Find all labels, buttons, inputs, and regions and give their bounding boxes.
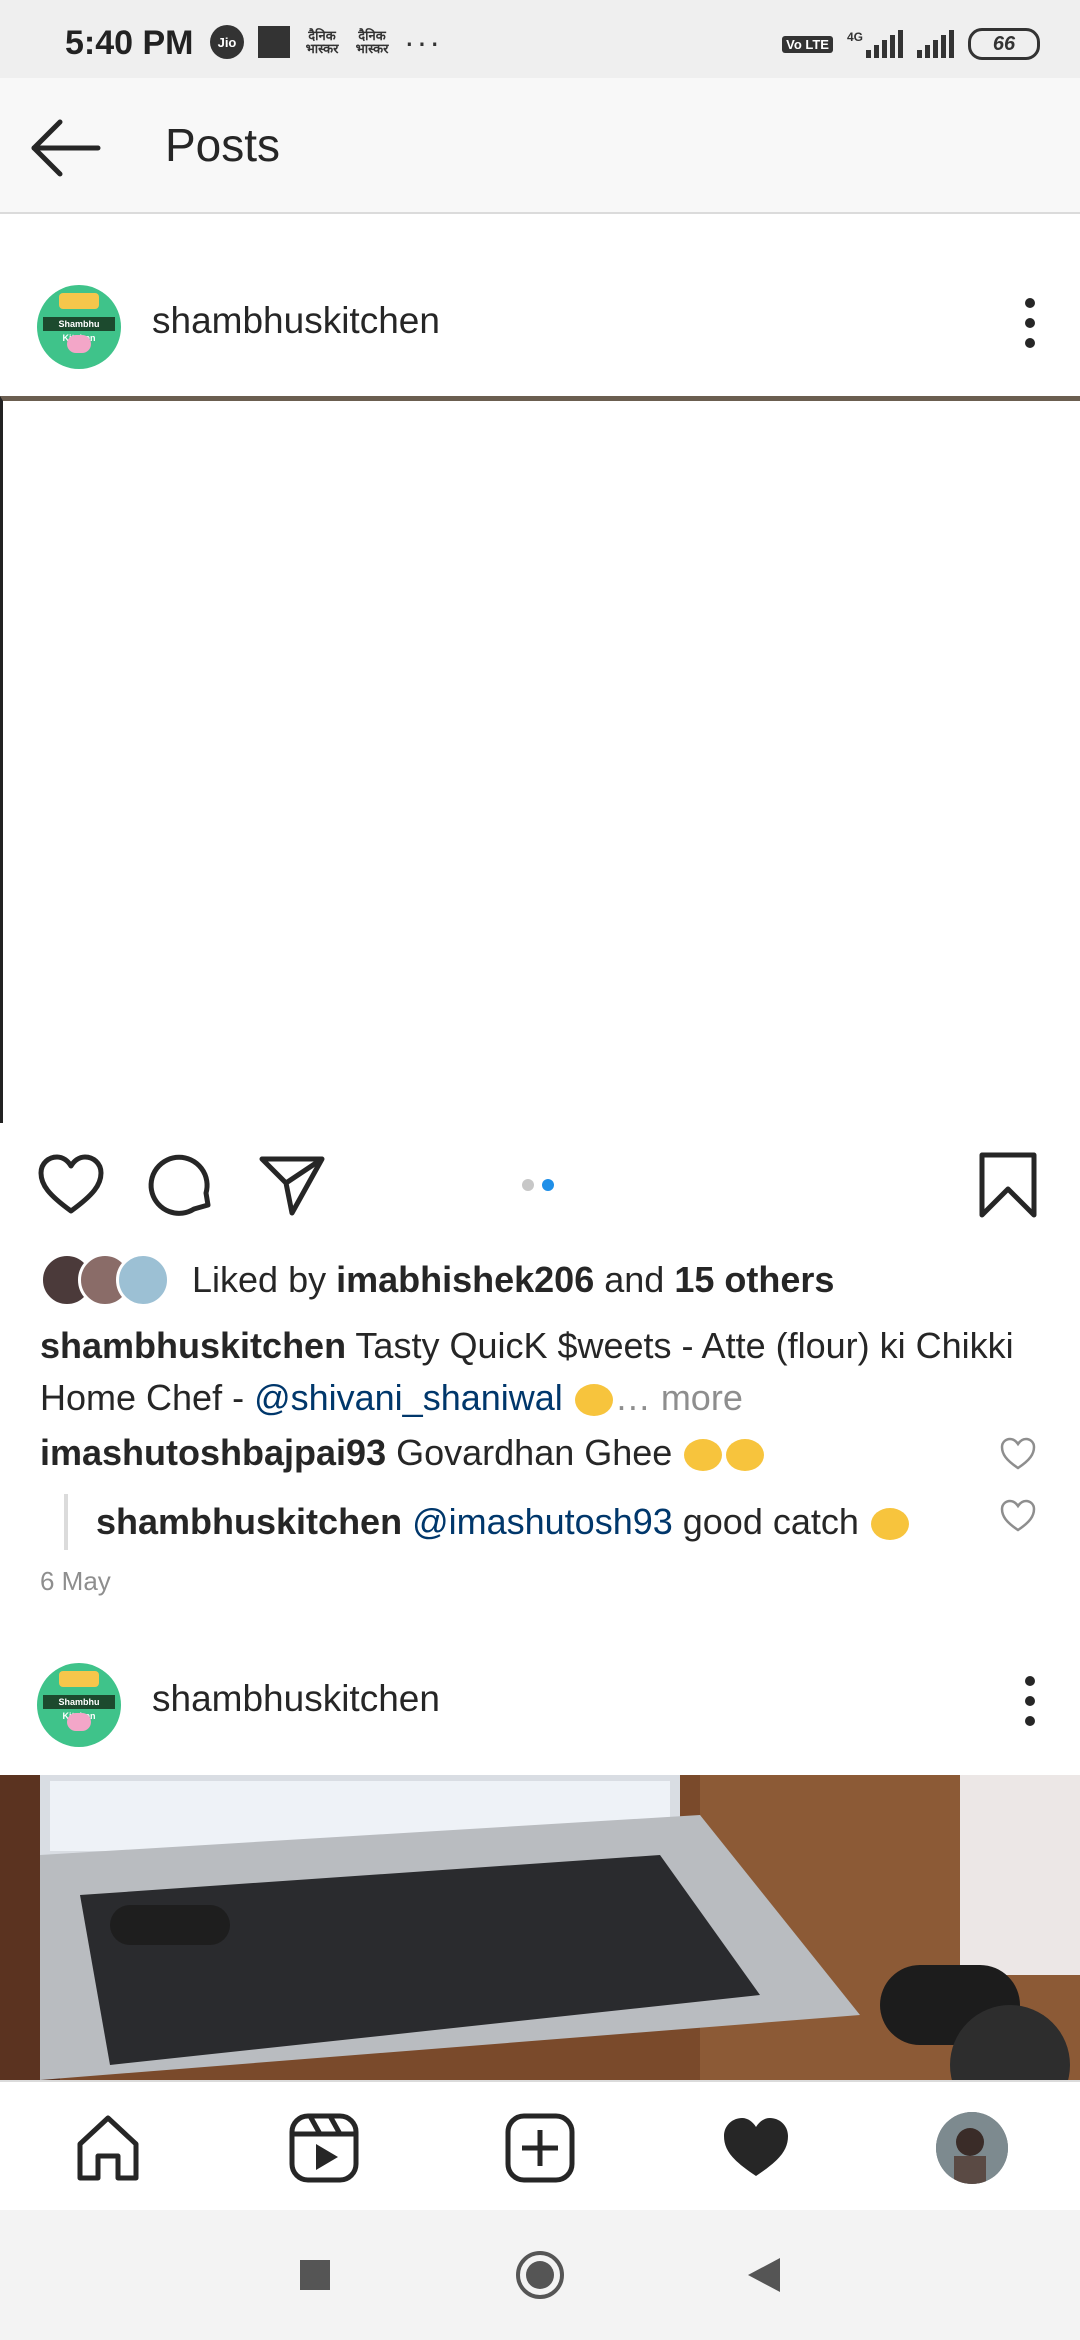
status-bar: 5:40 PM Jio दैनिक भास्कर दैनिक भास्कर ··… <box>0 0 1080 78</box>
top-app-bar: Posts <box>0 78 1080 214</box>
likes-text: Liked by imabhishek206 and 15 others <box>192 1259 835 1300</box>
arrow-left-icon <box>31 119 101 177</box>
post-date: 6 May <box>40 1566 111 1596</box>
comment-username[interactable]: imashutoshbajpai93 <box>40 1432 386 1473</box>
volte-icon: Vo LTE <box>782 35 833 53</box>
nav-reels[interactable] <box>286 2110 362 2186</box>
circle-icon <box>516 2251 564 2299</box>
more-vertical-icon <box>1025 1676 1035 1726</box>
share-button[interactable] <box>256 1149 328 1221</box>
dainik-bhaskar-icon: दैनिक भास्कर <box>305 28 339 56</box>
comment-item: imashutoshbajpai93 Govardhan Ghee <box>40 1432 766 1474</box>
nav-home[interactable] <box>70 2110 146 2186</box>
more-vertical-icon <box>1025 298 1035 348</box>
profile-avatar-icon <box>936 2112 1008 2184</box>
comment-reply: shambhuskitchen @imashutosh93 good catch <box>64 1494 911 1550</box>
post-options-button[interactable] <box>1010 1666 1050 1736</box>
liker-username[interactable]: imabhishek206 <box>336 1259 594 1300</box>
heart-filled-icon <box>724 2118 788 2176</box>
author-avatar[interactable]: Shambhu Kitchen <box>37 285 121 369</box>
reply-mention[interactable]: @imashutosh93 <box>402 1501 673 1542</box>
comment-like-button[interactable] <box>998 1434 1038 1474</box>
heart-outline-icon <box>1000 1437 1036 1470</box>
comment-button[interactable] <box>146 1149 218 1221</box>
post-header: Shambhu Kitchen shambhuskitchen <box>0 1636 1080 1766</box>
laughing-emoji-icon <box>870 1508 909 1541</box>
author-avatar[interactable]: Shambhu Kitchen <box>37 1663 121 1747</box>
signal-4g-icon: 4G <box>847 30 903 58</box>
caption-username[interactable]: shambhuskitchen <box>40 1325 346 1366</box>
author-username[interactable]: shambhuskitchen <box>152 300 440 342</box>
comment-text: Govardhan Ghee <box>386 1432 683 1473</box>
nav-new-post[interactable] <box>502 2110 578 2186</box>
bookmark-icon <box>979 1152 1037 1218</box>
page-title: Posts <box>165 119 281 171</box>
laptop-photo <box>0 1775 1080 2080</box>
app-notification-icon <box>258 26 290 58</box>
heart-outline-icon <box>1000 1499 1036 1532</box>
signal-icon <box>917 30 954 58</box>
status-notification-icons: Jio दैनिक भास्कर दैनिक भास्कर ··· <box>210 23 442 60</box>
system-navigation-bar <box>0 2210 1080 2340</box>
back-system-button[interactable] <box>740 2250 790 2300</box>
recents-button[interactable] <box>290 2250 340 2300</box>
post-options-button[interactable] <box>1010 288 1050 358</box>
send-icon <box>259 1156 325 1216</box>
square-icon <box>300 2260 330 2290</box>
save-button[interactable] <box>972 1149 1044 1221</box>
home-icon <box>77 2115 139 2181</box>
home-system-button[interactable] <box>515 2250 565 2300</box>
carousel-indicator <box>522 1179 554 1191</box>
reply-username[interactable]: shambhuskitchen <box>96 1501 402 1542</box>
caption-mention[interactable]: @shivani_shaniwal <box>254 1377 563 1418</box>
post-header: Shambhu Kitchen shambhuskitchen <box>0 258 1080 388</box>
new-post-icon <box>505 2113 575 2183</box>
ok-hand-emoji-icon <box>684 1439 723 1472</box>
back-button[interactable] <box>26 108 106 188</box>
triangle-back-icon <box>748 2258 780 2292</box>
reply-text: good catch <box>672 1501 869 1542</box>
reels-icon <box>289 2113 359 2183</box>
likes-row[interactable]: Liked by imabhishek206 and 15 others <box>40 1252 834 1308</box>
post-media[interactable] <box>0 1775 1080 2080</box>
comment-icon <box>148 1154 211 1216</box>
ok-hand-emoji-icon <box>726 1439 765 1472</box>
caption-more-link[interactable]: … more <box>615 1377 743 1418</box>
reply-like-button[interactable] <box>998 1496 1038 1536</box>
likes-count[interactable]: 15 others <box>674 1259 834 1300</box>
post-caption: shambhuskitchen Tasty QuicK $weets - Att… <box>40 1320 1050 1424</box>
like-button[interactable] <box>35 1149 107 1221</box>
dainik-bhaskar-icon-2: दैनिक भास्कर <box>355 28 389 56</box>
carousel-dot <box>522 1179 534 1191</box>
nav-profile-avatar[interactable] <box>936 2112 1008 2184</box>
post-actions <box>0 1145 1080 1235</box>
liker-avatar <box>116 1253 170 1307</box>
jio-icon: Jio <box>210 25 244 59</box>
post-media[interactable] <box>0 396 1080 1123</box>
author-username[interactable]: shambhuskitchen <box>152 1678 440 1720</box>
more-notifications-icon: ··· <box>404 23 442 60</box>
carousel-dot-active <box>542 1179 554 1191</box>
handshake-emoji-icon <box>574 1384 613 1417</box>
battery-icon: 66 <box>968 28 1040 60</box>
network-type-label: 4G <box>846 30 863 44</box>
heart-outline-icon <box>38 1154 104 1214</box>
status-system-icons: Vo LTE 4G 66 <box>782 28 1040 60</box>
bottom-navigation <box>0 2080 1080 2212</box>
status-time: 5:40 PM <box>65 24 194 62</box>
nav-activity[interactable] <box>718 2110 794 2186</box>
